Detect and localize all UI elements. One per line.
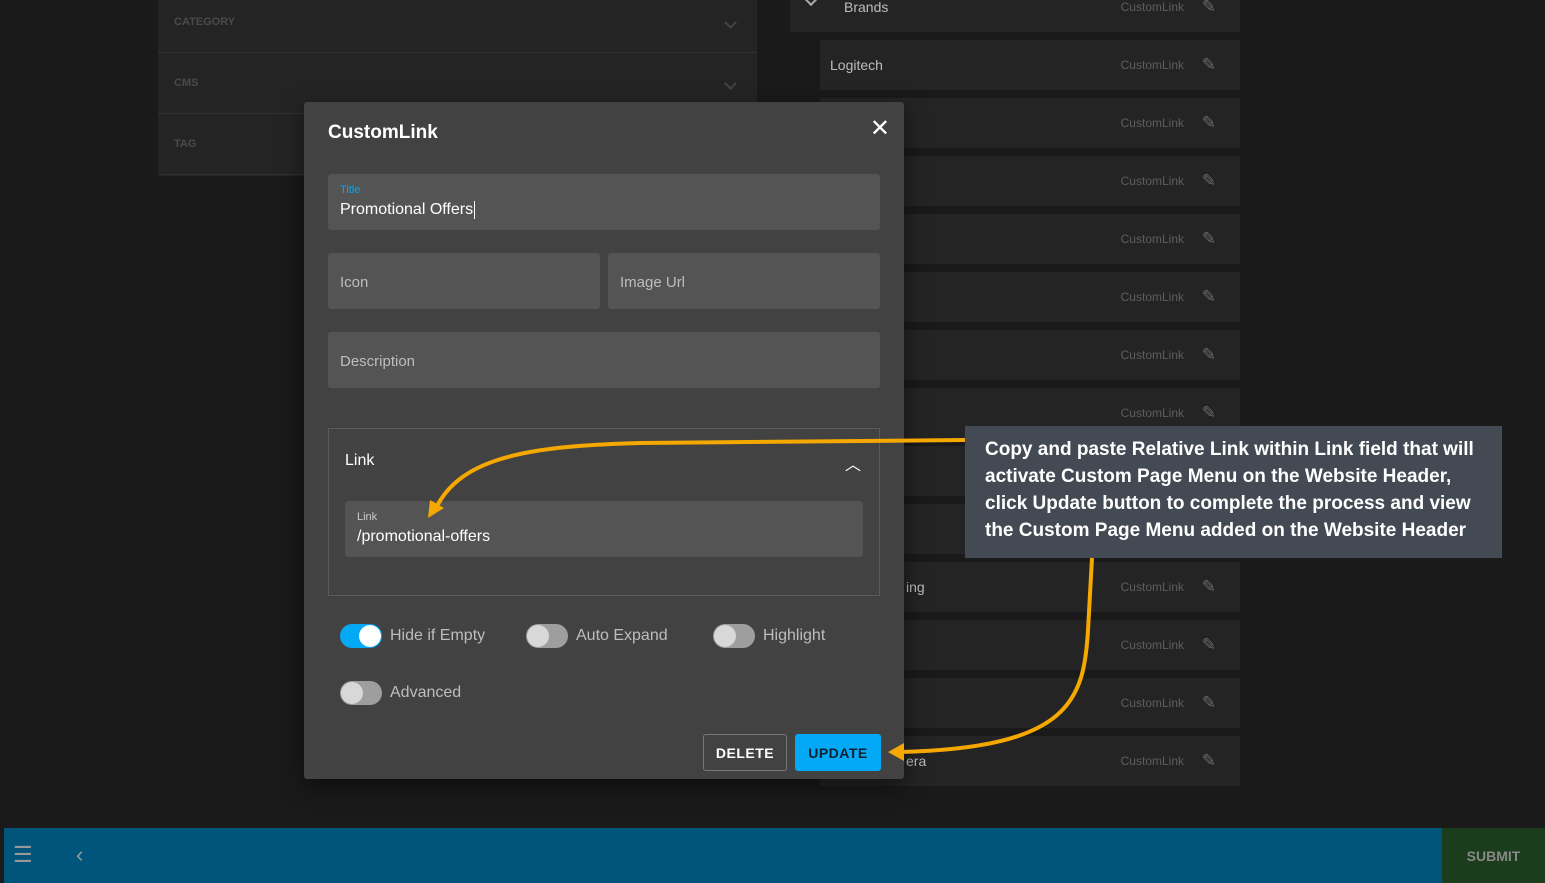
annotation-callout: Copy and paste Relative Link within Link… [965, 426, 1502, 558]
close-icon[interactable]: ✕ [870, 114, 890, 143]
menu-item-type: CustomLink [1120, 406, 1184, 420]
title-label: Title [340, 184, 361, 196]
title-value: Promotional Offers [340, 201, 476, 219]
edit-pencil-icon[interactable]: ✎ [1202, 0, 1216, 17]
customlink-dialog: CustomLink ✕ Title Promotional Offers Ic… [304, 102, 904, 779]
menu-item-type: CustomLink [1120, 174, 1184, 188]
chevron-down-icon [724, 15, 737, 29]
menu-item-type: CustomLink [1120, 116, 1184, 130]
menu-item-type: CustomLink [1120, 638, 1184, 652]
switch[interactable] [340, 681, 382, 705]
menu-item-type: CustomLink [1120, 58, 1184, 72]
icon-field[interactable]: Icon [328, 253, 600, 309]
filter-category[interactable]: CATEGORY [158, 0, 757, 53]
toggle-highlight[interactable]: Highlight [713, 624, 825, 648]
switch[interactable] [713, 624, 755, 648]
title-field[interactable]: Title Promotional Offers [328, 174, 880, 230]
edit-pencil-icon[interactable]: ✎ [1202, 751, 1216, 771]
delete-button[interactable]: DELETE [703, 734, 787, 771]
toggle-auto-expand[interactable]: Auto Expand [526, 624, 668, 648]
edit-pencil-icon[interactable]: ✎ [1202, 55, 1216, 75]
bottom-bar: ☰ ‹ SUBMIT [4, 828, 1545, 883]
filter-label: CMS [174, 77, 199, 89]
link-label: Link [357, 511, 378, 523]
menu-item-type: CustomLink [1120, 0, 1184, 14]
edit-pencil-icon[interactable]: ✎ [1202, 171, 1216, 191]
icon-placeholder: Icon [340, 274, 369, 291]
menu-icon[interactable]: ☰ [13, 842, 33, 868]
toggle-label: Advanced [390, 684, 462, 701]
toggle-label: Highlight [763, 627, 826, 644]
toggle-label: Auto Expand [576, 627, 668, 644]
toggle-label: Hide if Empty [390, 627, 486, 644]
menu-item-row[interactable]: Brands CustomLink ✎ [790, 0, 1240, 32]
edit-pencil-icon[interactable]: ✎ [1202, 635, 1216, 655]
edit-pencil-icon[interactable]: ✎ [1202, 287, 1216, 307]
menu-item-type: CustomLink [1120, 580, 1184, 594]
link-value: /promotional-offers [357, 528, 491, 545]
menu-item-type: CustomLink [1120, 290, 1184, 304]
back-chevron-icon[interactable]: ‹ [76, 842, 83, 868]
toggle-hide-if-empty[interactable]: Hide if Empty [340, 624, 485, 648]
menu-item-name: ing [906, 579, 925, 595]
toggle-advanced[interactable]: Advanced [340, 681, 461, 705]
menu-item-type: CustomLink [1120, 696, 1184, 710]
chevron-down-icon [724, 76, 737, 90]
menu-item-type: CustomLink [1120, 348, 1184, 362]
filter-label: CATEGORY [174, 16, 236, 28]
edit-pencil-icon[interactable]: ✎ [1202, 345, 1216, 365]
menu-item-type: CustomLink [1120, 754, 1184, 768]
link-section-title[interactable]: Link [345, 452, 374, 470]
menu-item-type: CustomLink [1120, 232, 1184, 246]
menu-item-name: Brands [844, 0, 889, 15]
menu-item-name: era [906, 753, 927, 769]
description-field[interactable]: Description [328, 332, 880, 388]
chevron-down-icon[interactable] [803, 0, 819, 7]
edit-pencil-icon[interactable]: ✎ [1202, 693, 1216, 713]
edit-pencil-icon[interactable]: ✎ [1202, 229, 1216, 249]
submit-button[interactable]: SUBMIT [1442, 828, 1545, 883]
switch[interactable] [526, 624, 568, 648]
image-url-field[interactable]: Image Url [608, 253, 880, 309]
update-button[interactable]: UPDATE [795, 734, 881, 771]
link-field[interactable]: Link /promotional-offers [345, 501, 863, 557]
menu-item-name: Logitech [830, 57, 883, 73]
edit-pencil-icon[interactable]: ✎ [1202, 403, 1216, 423]
menu-item-row[interactable]: Logitech CustomLink ✎ [820, 40, 1240, 90]
switch[interactable] [340, 624, 382, 648]
filter-label: TAG [174, 138, 197, 150]
edit-pencil-icon[interactable]: ✎ [1202, 577, 1216, 597]
dialog-title: CustomLink [328, 122, 438, 143]
link-section: Link ︿ Link /promotional-offers [328, 428, 880, 596]
description-placeholder: Description [340, 353, 416, 370]
image-url-placeholder: Image Url [620, 274, 686, 291]
edit-pencil-icon[interactable]: ✎ [1202, 113, 1216, 133]
chevron-up-icon[interactable]: ︿ [845, 451, 861, 475]
